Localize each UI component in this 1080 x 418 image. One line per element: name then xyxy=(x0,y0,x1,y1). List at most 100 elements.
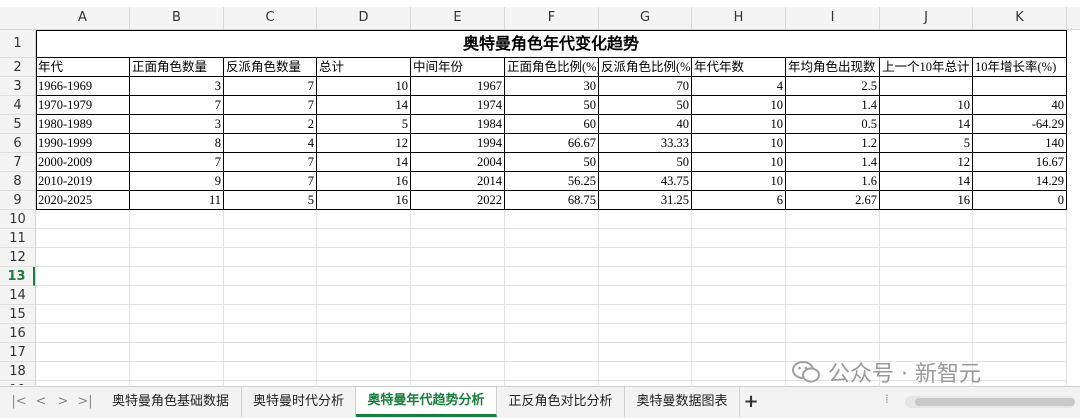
empty-cell[interactable] xyxy=(130,229,224,248)
empty-cell[interactable] xyxy=(224,286,317,305)
column-header[interactable]: K xyxy=(973,7,1067,29)
column-header[interactable]: D xyxy=(317,7,411,29)
data-cell[interactable]: 2004 xyxy=(411,153,505,172)
empty-cell[interactable] xyxy=(36,343,130,362)
row-header[interactable]: 6 xyxy=(0,134,35,153)
empty-cell[interactable] xyxy=(317,248,411,267)
header-cell[interactable]: 反派角色数量 xyxy=(224,58,317,77)
data-cell[interactable]: 2.5 xyxy=(786,77,880,96)
row-header[interactable]: 16 xyxy=(0,324,35,343)
column-header[interactable]: I xyxy=(786,7,880,29)
sheet-tab[interactable]: 奥特曼角色基础数据 xyxy=(100,387,242,417)
sheet-tab[interactable]: 奥特曼年代趋势分析 xyxy=(356,387,497,417)
row-header[interactable]: 2 xyxy=(0,58,35,77)
empty-cell[interactable] xyxy=(36,229,130,248)
empty-cell[interactable] xyxy=(36,362,130,381)
empty-cell[interactable] xyxy=(786,229,880,248)
empty-cell[interactable] xyxy=(224,324,317,343)
data-cell[interactable]: -64.29 xyxy=(973,115,1067,134)
empty-cell[interactable] xyxy=(411,210,505,229)
empty-cell[interactable] xyxy=(411,362,505,381)
empty-cell[interactable] xyxy=(317,305,411,324)
empty-cell[interactable] xyxy=(599,381,692,385)
empty-cell[interactable] xyxy=(317,362,411,381)
empty-cell[interactable] xyxy=(130,286,224,305)
data-cell[interactable]: 1.6 xyxy=(786,172,880,191)
empty-cell[interactable] xyxy=(411,248,505,267)
empty-cell[interactable] xyxy=(692,381,786,385)
data-cell[interactable]: 43.75 xyxy=(599,172,692,191)
empty-cell[interactable] xyxy=(130,324,224,343)
row-header[interactable]: 10 xyxy=(0,210,35,229)
empty-cell[interactable] xyxy=(973,267,1067,286)
empty-cell[interactable] xyxy=(505,229,599,248)
data-cell[interactable]: 14 xyxy=(880,115,973,134)
empty-cell[interactable] xyxy=(786,267,880,286)
empty-cell[interactable] xyxy=(599,305,692,324)
data-cell[interactable]: 2020-2025 xyxy=(36,191,130,210)
empty-cell[interactable] xyxy=(36,305,130,324)
row-header[interactable]: 3 xyxy=(0,77,35,96)
empty-cell[interactable] xyxy=(317,324,411,343)
empty-cell[interactable] xyxy=(599,267,692,286)
data-cell[interactable]: 7 xyxy=(224,77,317,96)
empty-cell[interactable] xyxy=(973,229,1067,248)
empty-cell[interactable] xyxy=(130,343,224,362)
empty-cell[interactable] xyxy=(411,324,505,343)
empty-cell[interactable] xyxy=(880,248,973,267)
header-cell[interactable]: 正面角色比例(%) xyxy=(505,58,599,77)
add-sheet-button[interactable]: + xyxy=(740,391,762,413)
empty-cell[interactable] xyxy=(36,286,130,305)
empty-cell[interactable] xyxy=(224,248,317,267)
empty-cell[interactable] xyxy=(224,343,317,362)
empty-cell[interactable] xyxy=(505,381,599,385)
empty-cell[interactable] xyxy=(317,381,411,385)
empty-cell[interactable] xyxy=(880,229,973,248)
empty-cell[interactable] xyxy=(599,343,692,362)
empty-cell[interactable] xyxy=(130,305,224,324)
column-header[interactable]: H xyxy=(692,7,786,29)
header-cell[interactable]: 正面角色数量 xyxy=(130,58,224,77)
empty-cell[interactable] xyxy=(317,229,411,248)
column-header[interactable]: G xyxy=(599,7,692,29)
empty-cell[interactable] xyxy=(880,286,973,305)
data-cell[interactable]: 66.67 xyxy=(505,134,599,153)
empty-cell[interactable] xyxy=(599,229,692,248)
row-header[interactable]: 5 xyxy=(0,115,35,134)
data-cell[interactable]: 4 xyxy=(692,77,786,96)
data-cell[interactable]: 2014 xyxy=(411,172,505,191)
data-cell[interactable]: 56.25 xyxy=(505,172,599,191)
empty-cell[interactable] xyxy=(880,267,973,286)
empty-cell[interactable] xyxy=(36,210,130,229)
empty-cell[interactable] xyxy=(505,362,599,381)
empty-cell[interactable] xyxy=(36,324,130,343)
empty-cell[interactable] xyxy=(692,324,786,343)
empty-cell[interactable] xyxy=(505,267,599,286)
data-cell[interactable]: 10 xyxy=(692,172,786,191)
row-header[interactable]: 19 xyxy=(0,381,35,385)
data-cell[interactable]: 50 xyxy=(599,96,692,115)
empty-cell[interactable] xyxy=(786,324,880,343)
data-cell[interactable]: 7 xyxy=(130,153,224,172)
empty-cell[interactable] xyxy=(786,286,880,305)
empty-cell[interactable] xyxy=(692,362,786,381)
empty-cell[interactable] xyxy=(130,381,224,385)
empty-cell[interactable] xyxy=(973,381,1067,385)
horizontal-scrollbar[interactable] xyxy=(905,396,1075,408)
spreadsheet-grid[interactable]: ABCDEFGHIJK 1234567891011121314151617181… xyxy=(0,0,1080,385)
empty-cell[interactable] xyxy=(505,286,599,305)
empty-cell[interactable] xyxy=(692,267,786,286)
header-cell[interactable]: 上一个10年总计 xyxy=(880,58,973,77)
data-cell[interactable]: 8 xyxy=(130,134,224,153)
data-cell[interactable]: 68.75 xyxy=(505,191,599,210)
empty-cell[interactable] xyxy=(36,248,130,267)
empty-cell[interactable] xyxy=(973,210,1067,229)
header-cell[interactable]: 年代 xyxy=(36,58,130,77)
empty-cell[interactable] xyxy=(411,343,505,362)
data-cell[interactable]: 70 xyxy=(599,77,692,96)
data-cell[interactable]: 2022 xyxy=(411,191,505,210)
data-cell[interactable]: 9 xyxy=(130,172,224,191)
row-header[interactable]: 1 xyxy=(0,30,35,58)
empty-cell[interactable] xyxy=(36,381,130,385)
last-sheet-icon[interactable]: >| xyxy=(76,394,94,410)
